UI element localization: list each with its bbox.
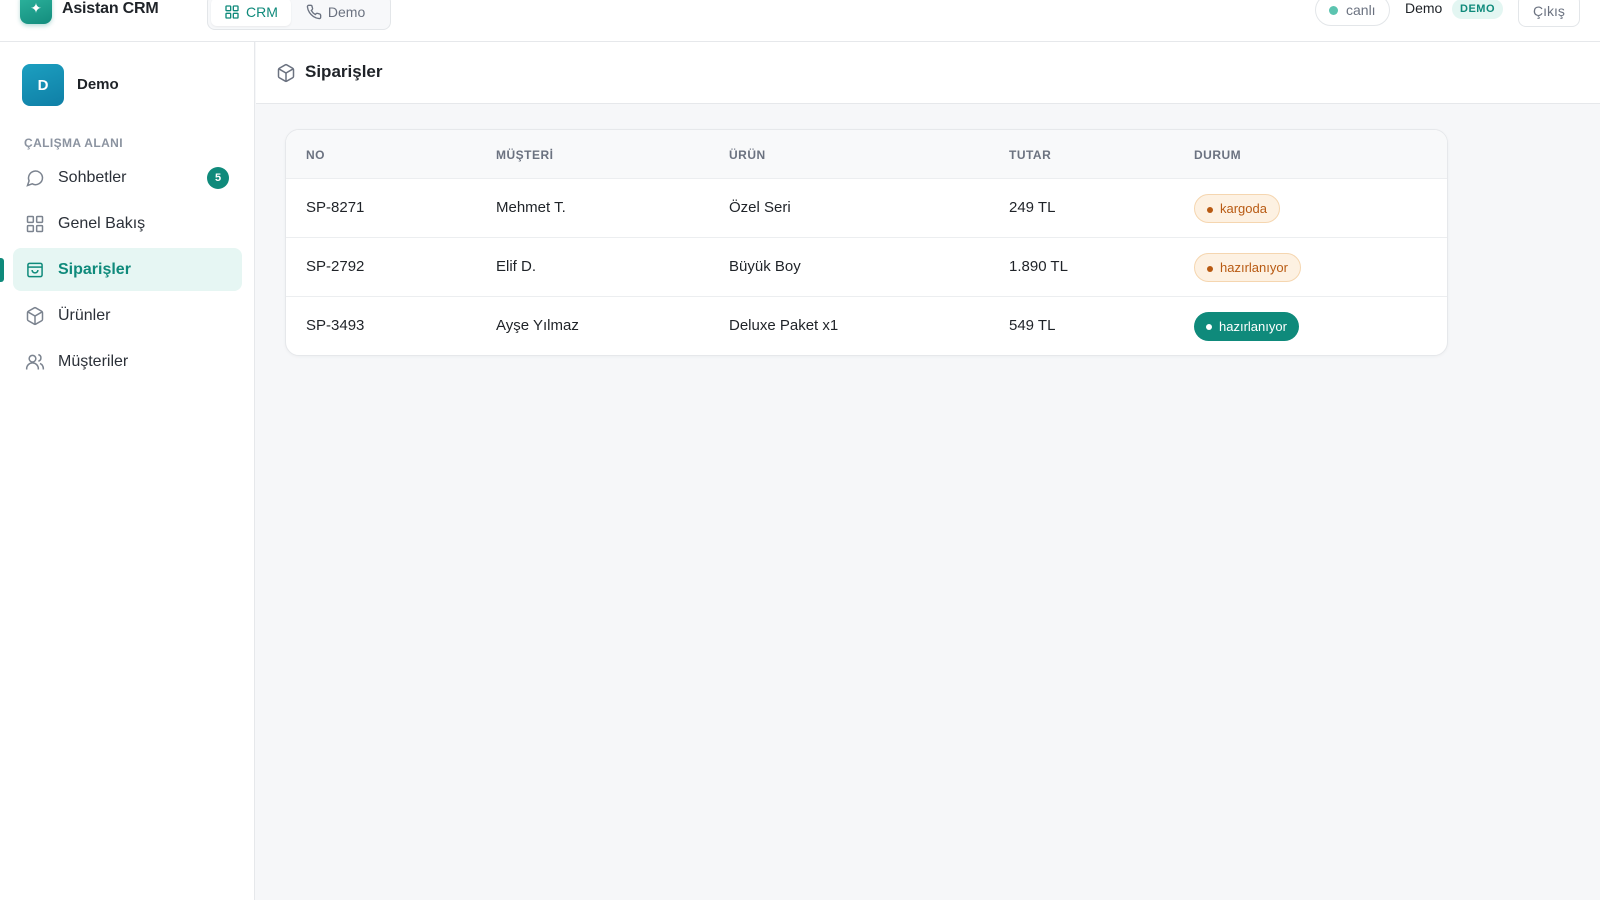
unread-count-badge: 5: [207, 167, 229, 189]
top-bar: ✦ Asistan CRM CRM Demo canlı Demo DEMO Ç…: [0, 0, 1600, 42]
sidebar-item-urunler[interactable]: Ürünler: [13, 294, 242, 337]
logout-button[interactable]: Çıkış: [1518, 0, 1580, 27]
order-number: SP-2792: [306, 258, 365, 275]
sidebar-item-label: Siparişler: [58, 260, 131, 278]
table-row[interactable]: SP-2792 Elif D. Büyük Boy 1.890 TL hazır…: [286, 238, 1447, 297]
sidebar-item-label: Genel Bakış: [58, 214, 146, 232]
product-name: Deluxe Paket x1: [729, 317, 839, 334]
sidebar-item-label: Müşteriler: [58, 352, 129, 370]
column-header-amount[interactable]: TUTAR: [1009, 148, 1051, 162]
column-header-product[interactable]: ÜRÜN: [729, 148, 766, 162]
customer-name: Mehmet T.: [496, 199, 566, 216]
status-label: canlı: [1346, 2, 1376, 18]
table-row[interactable]: SP-3493 Ayşe Yılmaz Deluxe Paket x1 549 …: [286, 297, 1447, 355]
product-name: Özel Seri: [729, 199, 791, 216]
workspace-name[interactable]: Demo: [77, 76, 119, 93]
order-amount: 1.890 TL: [1009, 258, 1068, 275]
order-number: SP-3493: [306, 317, 365, 334]
orders-table: NO MÜŞTERİ ÜRÜN TUTAR DURUM SP-8271 Mehm…: [285, 129, 1448, 356]
column-header-no[interactable]: NO: [306, 148, 325, 162]
table-row[interactable]: SP-8271 Mehmet T. Özel Seri 249 TL kargo…: [286, 179, 1447, 238]
workspace-avatar[interactable]: D: [22, 64, 64, 106]
box-icon: [277, 63, 295, 83]
user-role-badge: DEMO: [1452, 0, 1503, 19]
order-amount: 549 TL: [1009, 317, 1056, 334]
status-badge: hazırlanıyor: [1194, 312, 1299, 341]
module-switcher: CRM Demo: [207, 0, 391, 30]
product-name: Büyük Boy: [729, 258, 801, 275]
sidebar-section-label: ÇALIŞMA ALANI: [24, 136, 123, 150]
connection-status: canlı: [1315, 0, 1390, 26]
column-header-status[interactable]: DURUM: [1194, 148, 1241, 162]
sidebar-item-siparisler[interactable]: Siparişler: [0, 248, 242, 291]
active-indicator: [0, 258, 4, 282]
tab-crm[interactable]: CRM: [211, 0, 291, 26]
page-header: Siparişler: [256, 42, 1600, 104]
status-dot-icon: [1329, 5, 1338, 15]
grid-icon: [26, 215, 44, 232]
phone-icon: [306, 4, 322, 20]
page-title: Siparişler: [305, 62, 383, 81]
users-icon: [25, 353, 45, 369]
shopping-bag-icon: [27, 262, 43, 277]
user-name: Demo: [1405, 0, 1443, 16]
tab-demo[interactable]: Demo: [293, 0, 378, 26]
chat-icon: [26, 169, 44, 187]
box-icon: [26, 306, 44, 325]
sidebar-item-label: Sohbetler: [58, 168, 127, 186]
order-amount: 249 TL: [1009, 199, 1056, 216]
grid-icon: [225, 5, 239, 19]
table-header: NO MÜŞTERİ ÜRÜN TUTAR DURUM: [286, 130, 1447, 179]
tab-crm-label: CRM: [246, 4, 278, 20]
sidebar-item-genel-bakis[interactable]: Genel Bakış: [13, 202, 242, 245]
status-badge: hazırlanıyor: [1194, 253, 1301, 282]
sidebar-item-label: Ürünler: [58, 306, 111, 324]
sidebar: D Demo ÇALIŞMA ALANI Sohbetler 5 Genel B…: [0, 42, 255, 900]
order-number: SP-8271: [306, 199, 365, 216]
sidebar-item-sohbetler[interactable]: Sohbetler 5: [13, 156, 242, 199]
sidebar-nav: Sohbetler 5 Genel Bakış Siparişler Ürünl…: [0, 156, 242, 386]
app-title: Asistan CRM: [62, 0, 159, 17]
customer-name: Ayşe Yılmaz: [496, 317, 579, 334]
tab-demo-label: Demo: [327, 4, 366, 20]
app-logo-icon: ✦: [20, 0, 52, 24]
status-badge: kargoda: [1194, 194, 1280, 223]
column-header-customer[interactable]: MÜŞTERİ: [496, 148, 554, 162]
sidebar-item-musteriler[interactable]: Müşteriler: [13, 340, 242, 383]
customer-name: Elif D.: [496, 258, 537, 275]
